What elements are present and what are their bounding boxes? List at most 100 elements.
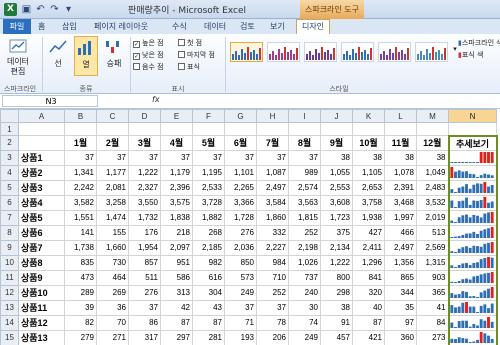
row-header[interactable]: 11 (0, 269, 19, 286)
value-cell[interactable]: 176 (128, 224, 161, 241)
value-cell[interactable]: 2,483 (416, 179, 449, 196)
value-cell[interactable]: 3,550 (128, 194, 161, 211)
sparkline-color-button[interactable]: ▮스파크라인 색 (458, 39, 500, 48)
tab-view[interactable]: 보기 (270, 20, 285, 33)
row-header[interactable]: 7 (0, 209, 19, 226)
value-cell[interactable]: 1,055 (320, 164, 353, 181)
tab-file[interactable]: 파일 (3, 19, 31, 34)
value-cell[interactable]: 91 (320, 314, 353, 331)
value-cell[interactable]: 155 (96, 224, 129, 241)
product-name-cell[interactable]: 상품1 (18, 149, 65, 166)
value-cell[interactable]: 3,532 (416, 194, 449, 211)
value-cell[interactable]: 2,391 (384, 179, 417, 196)
value-cell[interactable]: 268 (192, 224, 225, 241)
markers-checkbox[interactable]: 표식 (178, 63, 200, 72)
value-cell[interactable]: 1,728 (224, 209, 257, 226)
type-winloss-button[interactable]: 승패 (102, 38, 126, 69)
value-cell[interactable]: 297 (160, 329, 193, 345)
value-cell[interactable]: 141 (64, 224, 97, 241)
column-header[interactable]: H (256, 109, 289, 124)
column-header[interactable]: J (320, 109, 353, 124)
product-name-cell[interactable]: 상품9 (18, 269, 65, 286)
value-cell[interactable]: 2,553 (320, 179, 353, 196)
month-header-cell[interactable]: 9월 (320, 135, 353, 151)
cell[interactable] (18, 122, 65, 137)
value-cell[interactable]: 2,653 (352, 179, 385, 196)
value-cell[interactable]: 1,179 (160, 164, 193, 181)
value-cell[interactable]: 2,497 (384, 239, 417, 256)
month-header-cell[interactable]: 2월 (96, 135, 129, 151)
value-cell[interactable]: 39 (64, 299, 97, 316)
type-line-button[interactable]: 선 (46, 38, 70, 69)
value-cell[interactable]: 2,227 (256, 239, 289, 256)
redo-icon[interactable]: ↷ (48, 3, 61, 16)
sparkline-style-option[interactable] (415, 42, 448, 62)
row-header[interactable]: 13 (0, 299, 19, 316)
value-cell[interactable]: 3,258 (96, 194, 129, 211)
tab-review[interactable]: 검토 (240, 20, 255, 33)
value-cell[interactable]: 457 (320, 329, 353, 345)
value-cell[interactable]: 2,574 (288, 179, 321, 196)
value-cell[interactable]: 218 (160, 224, 193, 241)
row-header[interactable]: 10 (0, 254, 19, 271)
value-cell[interactable]: 2,411 (352, 239, 385, 256)
value-cell[interactable]: 281 (192, 329, 225, 345)
value-cell[interactable]: 1,078 (384, 164, 417, 181)
value-cell[interactable]: 37 (128, 299, 161, 316)
value-cell[interactable]: 1,551 (64, 209, 97, 226)
cell[interactable] (352, 122, 385, 137)
month-header-cell[interactable]: 8월 (288, 135, 321, 151)
product-name-cell[interactable]: 상품12 (18, 314, 65, 331)
value-cell[interactable]: 2,097 (160, 239, 193, 256)
value-cell[interactable]: 3,575 (160, 194, 193, 211)
value-cell[interactable]: 249 (288, 329, 321, 345)
marker-color-button[interactable]: ▮표식 색 (458, 51, 483, 60)
value-cell[interactable]: 1,105 (352, 164, 385, 181)
value-cell[interactable]: 2,327 (128, 179, 161, 196)
tab-formulas[interactable]: 수식 (172, 20, 187, 33)
value-cell[interactable]: 427 (352, 224, 385, 241)
value-cell[interactable]: 84 (416, 314, 449, 331)
value-cell[interactable]: 3,563 (288, 194, 321, 211)
formula-input[interactable] (168, 95, 498, 107)
value-cell[interactable]: 3,366 (224, 194, 257, 211)
value-cell[interactable]: 616 (192, 269, 225, 286)
row-header[interactable]: 6 (0, 194, 19, 211)
month-header-cell[interactable]: 1월 (64, 135, 97, 151)
value-cell[interactable]: 3,758 (352, 194, 385, 211)
value-cell[interactable]: 289 (64, 284, 97, 301)
value-cell[interactable]: 3,608 (320, 194, 353, 211)
cell[interactable] (448, 122, 497, 137)
value-cell[interactable]: 2,134 (320, 239, 353, 256)
value-cell[interactable]: 332 (256, 224, 289, 241)
column-header[interactable]: L (384, 109, 417, 124)
row-header[interactable]: 1 (0, 122, 19, 137)
month-header-cell[interactable]: 11월 (384, 135, 417, 151)
value-cell[interactable]: 1,195 (192, 164, 225, 181)
row-header[interactable]: 5 (0, 179, 19, 196)
sparkline-cell[interactable] (447, 164, 498, 181)
value-cell[interactable]: 304 (192, 284, 225, 301)
value-cell[interactable]: 87 (160, 314, 193, 331)
row-header[interactable]: 12 (0, 284, 19, 301)
sparkline-cell[interactable] (447, 239, 498, 256)
value-cell[interactable]: 37 (192, 149, 225, 166)
value-cell[interactable]: 78 (256, 314, 289, 331)
value-cell[interactable]: 38 (384, 149, 417, 166)
value-cell[interactable]: 1,315 (416, 254, 449, 271)
insert-function-button[interactable]: fx (152, 95, 160, 104)
value-cell[interactable]: 36 (96, 299, 129, 316)
value-cell[interactable]: 3,728 (192, 194, 225, 211)
value-cell[interactable]: 1,860 (256, 209, 289, 226)
value-cell[interactable]: 35 (384, 299, 417, 316)
sparkline-cell[interactable] (447, 209, 498, 226)
value-cell[interactable]: 1,838 (160, 209, 193, 226)
value-cell[interactable]: 841 (352, 269, 385, 286)
value-cell[interactable]: 1,474 (96, 209, 129, 226)
value-cell[interactable]: 82 (64, 314, 97, 331)
month-header-cell[interactable] (18, 135, 65, 151)
value-cell[interactable]: 344 (384, 284, 417, 301)
value-cell[interactable]: 252 (288, 224, 321, 241)
column-header[interactable]: N (448, 109, 497, 124)
value-cell[interactable]: 1,738 (64, 239, 97, 256)
